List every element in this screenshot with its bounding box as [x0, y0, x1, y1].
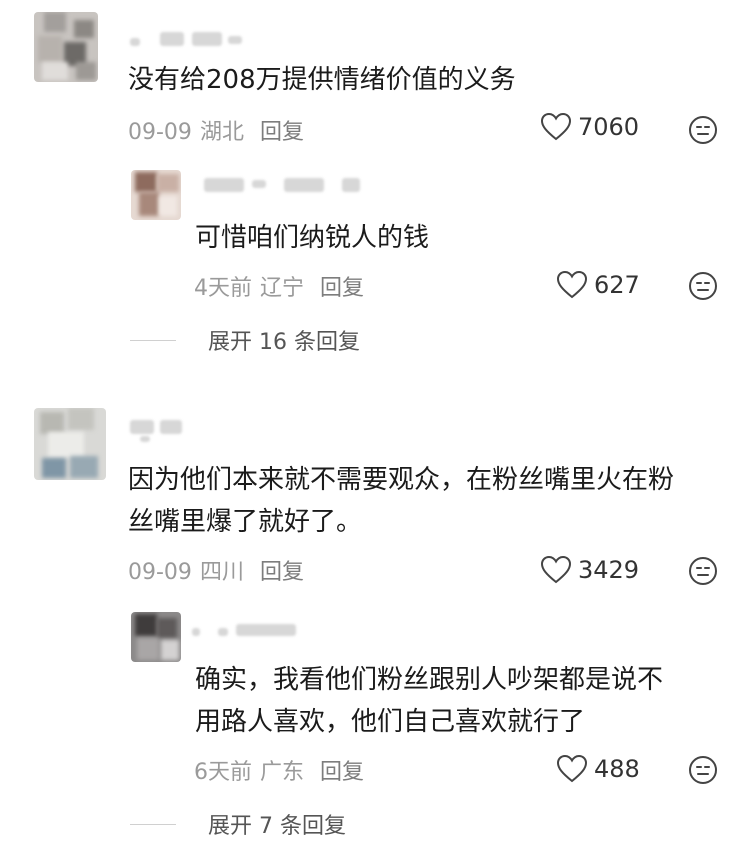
divider-line — [130, 339, 176, 341]
divider-line — [130, 823, 176, 825]
expand-replies-label: 展开 16 条回复 — [208, 330, 360, 355]
neutral-face-icon[interactable] — [688, 755, 718, 785]
avatar[interactable] — [34, 408, 106, 480]
like-button[interactable]: 627 — [556, 270, 640, 300]
like-button[interactable]: 488 — [556, 754, 640, 784]
reply-date: 4天前 — [194, 276, 252, 301]
comment-text: 没有给208万提供情绪价值的义务 — [128, 65, 516, 95]
username-blurred[interactable] — [130, 32, 250, 50]
reply-button[interactable]: 回复 — [320, 276, 364, 301]
reply-text-line-2: 用路人喜欢，他们自己喜欢就行了 — [195, 707, 586, 737]
avatar[interactable] — [34, 12, 98, 82]
comment-text-line-1: 因为他们本来就不需要观众，在粉丝嘴里火在粉 — [128, 465, 675, 495]
avatar[interactable] — [131, 612, 181, 662]
comment-text-line-2: 丝嘴里爆了就好了。 — [128, 507, 363, 537]
reply-button[interactable]: 回复 — [320, 760, 364, 785]
comment-meta: 09-09 湖北 回复 — [128, 114, 304, 146]
comment-date: 09-09 — [128, 560, 192, 585]
neutral-face-icon[interactable] — [688, 556, 718, 586]
heart-outline-icon — [556, 754, 588, 783]
reply-text: 可惜咱们纳锐人的钱 — [195, 223, 430, 253]
username-blurred[interactable] — [204, 178, 364, 196]
expand-replies-button[interactable]: 展开 7 条回复 — [130, 808, 346, 840]
neutral-face-icon[interactable] — [688, 115, 718, 145]
like-count: 7060 — [578, 113, 640, 141]
expand-replies-button[interactable]: 展开 16 条回复 — [130, 324, 360, 356]
like-button[interactable]: 7060 — [540, 112, 639, 142]
like-count: 488 — [594, 755, 640, 783]
like-count: 627 — [594, 271, 640, 299]
username-blurred[interactable] — [130, 420, 210, 442]
expand-replies-label: 展开 7 条回复 — [208, 814, 346, 839]
reply-meta: 4天前 辽宁 回复 — [194, 270, 364, 302]
avatar[interactable] — [131, 170, 181, 220]
comment-location: 湖北 — [199, 120, 244, 145]
like-count: 3429 — [578, 556, 640, 584]
heart-outline-icon — [540, 555, 572, 584]
heart-outline-icon — [556, 270, 588, 299]
comment-date: 09-09 — [128, 120, 192, 145]
reply-button[interactable]: 回复 — [260, 560, 304, 585]
reply-meta: 6天前 广东 回复 — [194, 754, 364, 786]
username-blurred[interactable] — [192, 624, 302, 642]
comment-location: 四川 — [199, 560, 244, 585]
reply-button[interactable]: 回复 — [260, 120, 304, 145]
neutral-face-icon[interactable] — [688, 271, 718, 301]
reply-date: 6天前 — [194, 760, 252, 785]
reply-location: 广东 — [260, 760, 305, 785]
heart-outline-icon — [540, 112, 572, 141]
comment-meta: 09-09 四川 回复 — [128, 554, 304, 586]
reply-text-line-1: 确实，我看他们粉丝跟别人吵架都是说不 — [195, 665, 664, 695]
like-button[interactable]: 3429 — [540, 555, 639, 585]
reply-location: 辽宁 — [260, 276, 305, 301]
